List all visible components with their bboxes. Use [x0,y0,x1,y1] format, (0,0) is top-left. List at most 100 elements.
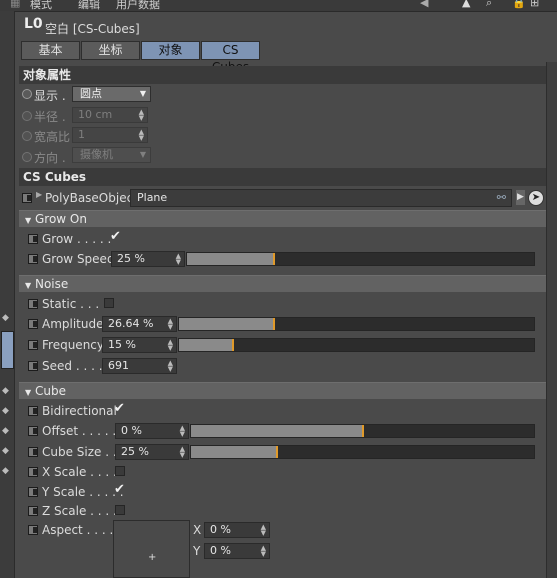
aspect-2d-pad[interactable]: + [113,520,190,578]
display-dropdown[interactable]: 圆点 ▼ [72,86,151,102]
y-scale-checkbox[interactable]: ✔ [114,482,125,497]
z-scale-label: Z Scale . . . . . [42,504,125,518]
keyframe-icon[interactable] [28,525,38,535]
stepper-icon: ▲ ▼ [179,445,185,459]
static-checkbox[interactable] [104,298,114,308]
tab-object[interactable]: 对象 [141,41,200,60]
menu-user-data[interactable]: 用户数据 [116,0,160,11]
amplitude-field[interactable]: 26.64 % ▲ ▼ [102,316,177,332]
aspect-y-field[interactable]: 0 % ▲ ▼ [204,543,270,559]
grow-speed-field[interactable]: 25 % ▲ ▼ [111,251,185,267]
frequency-slider-fill [179,339,234,351]
link-menu-arrow-icon[interactable]: ▶ [516,190,525,205]
keyframe-icon[interactable] [28,487,38,497]
collapse-icon: ▼ [25,281,32,290]
amplitude-label: Amplitude [42,317,104,331]
poly-base-object-label: PolyBaseObject [45,191,138,205]
object-title-bar: L0 空白 [CS-Cubes] [15,15,545,37]
tab-coordinates[interactable]: 坐标 [81,41,140,60]
radius-value: 10 cm [78,108,113,121]
frequency-field[interactable]: 15 % ▲ ▼ [102,337,177,353]
lock-icon[interactable]: 🔒 [512,0,526,9]
radius-animate-radio[interactable] [22,111,32,121]
seed-field[interactable]: 691 ▲ ▼ [102,358,177,374]
amplitude-value: 26.64 % [108,317,154,330]
keyframe-icon[interactable] [28,426,38,436]
cube-title: Cube [34,384,66,398]
display-animate-radio[interactable] [22,89,32,99]
bidirectional-label: Bidirectional [42,404,117,418]
keyframe-icon[interactable] [28,361,38,371]
cube-size-value: 25 % [121,445,149,458]
grid-icon[interactable]: ▦ [10,0,20,9]
grow-speed-slider-fill [187,253,275,265]
keyframe-icon[interactable] [28,506,38,516]
stepper-icon: ▲ ▼ [260,544,266,558]
grow-on-group-header[interactable]: ▼ Grow On [19,210,546,227]
nav-arrow-icon[interactable]: ◀ [420,0,428,9]
keyframe-icon[interactable] [28,234,38,244]
cube-group-header[interactable]: ▼ Cube [19,382,546,399]
noise-group-header[interactable]: ▼ Noise [19,275,546,292]
chevron-down-icon: ▼ [139,89,146,98]
attribute-tabs: 基本 坐标 对象 CS Cubes [21,41,261,74]
object-link-icon: ⚯ [496,191,506,204]
grow-speed-slider[interactable] [186,252,535,266]
noise-title: Noise [34,277,69,291]
frequency-label: Frequency [42,338,104,352]
radius-field[interactable]: 10 cm ▲ ▼ [72,107,148,123]
stepper-icon[interactable]: ◆ [2,426,9,436]
bidirectional-checkbox[interactable]: ✔ [114,401,125,416]
keyframe-icon[interactable] [28,254,38,264]
keyframe-icon[interactable] [28,467,38,477]
expand-arrow-icon[interactable]: ▶ [36,190,42,199]
pick-object-icon[interactable]: ➤ [528,190,544,206]
frequency-slider[interactable] [178,338,535,352]
orientation-animate-radio[interactable] [22,152,32,162]
cube-size-slider[interactable] [190,445,535,459]
amplitude-slider[interactable] [178,317,535,331]
pointer-icon[interactable]: ▲ [462,0,470,9]
stepper-icon[interactable]: ◆ [2,386,9,396]
right-scrollbar[interactable] [546,62,557,578]
aspect-ratio-animate-radio[interactable] [22,131,32,141]
menu-edit[interactable]: 编辑 [78,0,100,11]
stepper-icon: ▲ ▼ [138,128,144,142]
x-scale-checkbox[interactable] [115,466,125,476]
grow-on-title: Grow On [34,212,87,226]
aspect-ratio-field[interactable]: 1 ▲ ▼ [72,127,148,143]
cs-cubes-header: CS Cubes [19,168,546,186]
stepper-icon[interactable]: ◆ [2,313,9,323]
grow-checkbox[interactable]: ✔ [110,229,121,244]
z-scale-checkbox[interactable] [115,505,125,515]
chevron-down-icon: ▼ [139,150,146,159]
stepper-icon[interactable]: ◆ [2,446,9,456]
aspect-x-field[interactable]: 0 % ▲ ▼ [204,522,270,538]
new-panel-icon[interactable]: ⊞ [530,0,539,9]
display-label: 显示 . [34,89,66,103]
offset-slider[interactable] [190,424,535,438]
tab-basic[interactable]: 基本 [21,41,80,60]
grow-speed-label: Grow Speed [42,252,115,266]
keyframe-icon[interactable] [28,406,38,416]
keyframe-icon[interactable] [22,193,32,203]
y-scale-label: Y Scale . . . . . [42,485,124,499]
stepper-icon[interactable]: ◆ [2,406,9,416]
keyframe-icon[interactable] [28,447,38,457]
cube-size-field[interactable]: 25 % ▲ ▼ [115,444,189,460]
keyframe-icon[interactable] [28,319,38,329]
orientation-dropdown[interactable]: 摄像机 ▼ [72,147,151,163]
stepper-icon[interactable]: ◆ [2,466,9,476]
poly-base-object-link-field[interactable]: Plane ⚯ [130,189,512,207]
side-tool-icon[interactable] [1,331,14,369]
stepper-icon: ▲ ▼ [175,252,181,266]
keyframe-icon[interactable] [28,340,38,350]
orientation-label: 方向 . [34,151,66,165]
display-value: 圆点 [80,87,102,100]
menu-mode[interactable]: 模式 [30,0,52,11]
offset-field[interactable]: 0 % ▲ ▼ [115,423,189,439]
keyframe-icon[interactable] [28,299,38,309]
menu-bar: ▦ 模式 编辑 用户数据 ◀ ▲ ⌕ 🔒 ⊞ [0,0,557,12]
tab-cs-cubes[interactable]: CS Cubes [201,41,260,74]
search-icon[interactable]: ⌕ [486,0,492,10]
